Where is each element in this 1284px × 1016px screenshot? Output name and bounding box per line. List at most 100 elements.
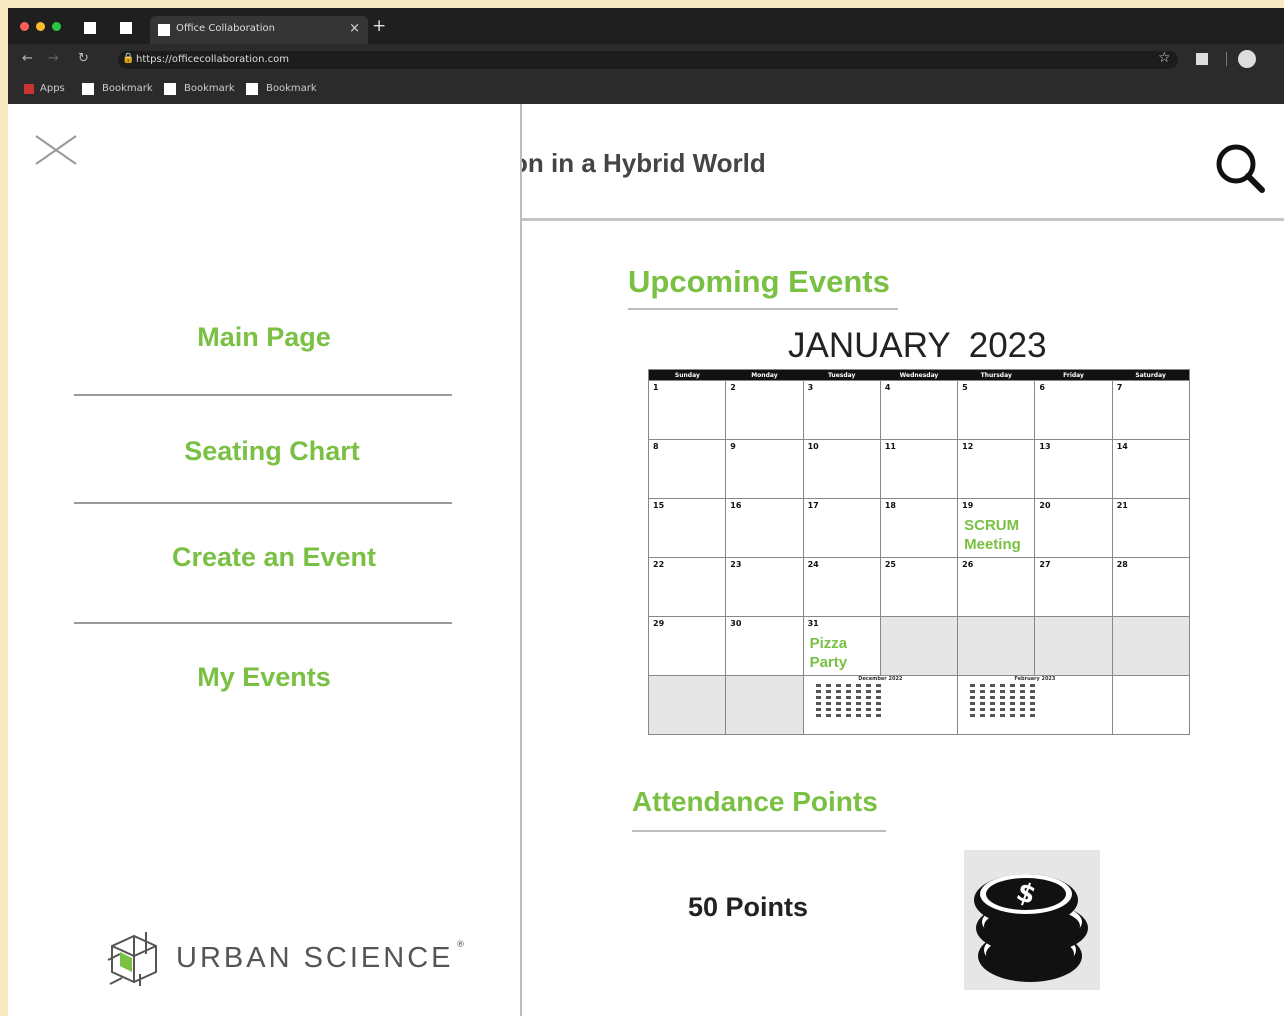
calendar-week: 29 30 31 Pizza Party: [647, 616, 1191, 676]
calendar-day[interactable]: 29: [647, 616, 727, 676]
window-maximize-dot[interactable]: [52, 22, 61, 31]
tab-icon[interactable]: [120, 22, 132, 34]
mini-calendar-grid-icon: [970, 684, 1036, 717]
calendar-day[interactable]: 16: [725, 498, 804, 558]
calendar-day[interactable]: 30: [725, 616, 804, 676]
calendar-day[interactable]: [879, 616, 959, 676]
url-field[interactable]: 🔒 https://officecollaboration.com: [118, 51, 1178, 69]
search-icon[interactable]: [1212, 140, 1268, 196]
calendar-day[interactable]: 8: [647, 439, 727, 499]
day-number: 2: [730, 383, 736, 392]
weekday-header: Sunday: [648, 369, 726, 381]
reload-icon[interactable]: ↻: [78, 51, 89, 66]
calendar-year: 2023: [968, 326, 1047, 365]
calendar-day[interactable]: 26: [957, 557, 1036, 617]
page-header: on in a Hybrid World: [522, 104, 1284, 221]
toolbar-divider: [1226, 52, 1227, 66]
window-minimize-dot[interactable]: [36, 22, 45, 31]
day-number: 12: [962, 442, 974, 451]
bookmark-link[interactable]: Bookmark: [266, 83, 317, 94]
profile-avatar[interactable]: [1238, 50, 1256, 68]
calendar-day[interactable]: 24: [802, 557, 881, 617]
calendar-day[interactable]: 5: [957, 380, 1036, 440]
calendar-day[interactable]: 27: [1034, 557, 1113, 617]
calendar-day[interactable]: 10: [802, 439, 881, 499]
weekday-header: Saturday: [1112, 369, 1190, 381]
bookmark-link[interactable]: Bookmark: [102, 83, 153, 94]
mini-calendar: December 2022: [802, 675, 959, 735]
calendar-day[interactable]: 12: [957, 439, 1036, 499]
calendar-week: 8 9 10 11 12 13 14: [647, 439, 1191, 499]
back-icon[interactable]: ←: [22, 51, 33, 66]
tab-bar: Office Collaboration × +: [8, 8, 1284, 44]
browser-tab[interactable]: Office Collaboration ×: [150, 16, 368, 44]
day-number: 15: [653, 501, 665, 510]
day-number: 20: [1039, 501, 1051, 510]
bookmark-link[interactable]: Bookmark: [184, 83, 235, 94]
calendar-day[interactable]: 18: [879, 498, 959, 558]
calendar-day[interactable]: 22: [647, 557, 727, 617]
weekday-header: Friday: [1034, 369, 1113, 381]
calendar-day[interactable]: 2: [725, 380, 804, 440]
nav-my-events[interactable]: My Events: [74, 662, 454, 693]
calendar-day: [725, 675, 804, 735]
apps-grid-icon: [24, 84, 34, 94]
day-number: 30: [730, 619, 742, 628]
calendar-day[interactable]: 31 Pizza Party: [802, 616, 881, 676]
day-number: 11: [884, 442, 896, 451]
calendar-day[interactable]: 17: [802, 498, 881, 558]
calendar-day[interactable]: 14: [1111, 439, 1191, 499]
extension-icon[interactable]: [1196, 53, 1208, 65]
tab-icon[interactable]: [84, 22, 96, 34]
calendar-day[interactable]: 3: [802, 380, 881, 440]
calendar-day[interactable]: 21: [1111, 498, 1191, 558]
calendar-day[interactable]: 9: [725, 439, 804, 499]
calendar-week: 15 16 17 18 19 SCRUM Meeting 20 21: [647, 498, 1191, 558]
url-text: https://officecollaboration.com: [136, 54, 289, 65]
side-menu: Main Page Seating Chart Create an Event …: [8, 104, 522, 1016]
nav-divider: [74, 502, 452, 504]
calendar-day[interactable]: [1111, 616, 1191, 676]
nav-create-event[interactable]: Create an Event: [84, 542, 464, 573]
window-close-dot[interactable]: [20, 22, 29, 31]
calendar-day[interactable]: [1034, 616, 1113, 676]
tab-close-icon[interactable]: ×: [349, 21, 360, 36]
calendar-day[interactable]: 13: [1034, 439, 1113, 499]
calendar-day[interactable]: 1: [647, 380, 727, 440]
calendar-title: JANUARY 2023: [788, 326, 1047, 366]
calendar-day[interactable]: 11: [879, 439, 959, 499]
weekday-header: Thursday: [957, 369, 1035, 381]
calendar-day: [647, 675, 727, 735]
day-number: 28: [1116, 560, 1128, 569]
calendar-day: [1111, 675, 1191, 735]
day-number: 1: [653, 383, 659, 392]
day-number: 4: [884, 383, 891, 392]
bookmark-apps[interactable]: Apps: [40, 83, 65, 94]
calendar-day[interactable]: 20: [1034, 498, 1113, 558]
weekday-header: Tuesday: [803, 369, 881, 381]
calendar-day[interactable]: 4: [879, 380, 959, 440]
calendar-day[interactable]: 19 SCRUM Meeting: [957, 498, 1036, 558]
calendar-event[interactable]: Pizza Party: [810, 634, 876, 672]
calendar-day[interactable]: [957, 616, 1036, 676]
calendar-event[interactable]: SCRUM Meeting: [964, 516, 1030, 554]
mini-calendar-grid-icon: [815, 684, 881, 717]
forward-icon[interactable]: →: [48, 51, 59, 66]
calendar-day[interactable]: 6: [1034, 380, 1113, 440]
favicon-icon: [158, 24, 170, 36]
nav-main-page[interactable]: Main Page: [74, 322, 454, 353]
close-menu-icon[interactable]: [34, 134, 78, 178]
calendar-day[interactable]: 15: [647, 498, 727, 558]
new-tab-button[interactable]: +: [372, 16, 386, 36]
bookmark-icon: [164, 83, 176, 95]
calendar-day[interactable]: 7: [1111, 380, 1191, 440]
nav-seating-chart[interactable]: Seating Chart: [82, 436, 462, 467]
bookmark-star-icon[interactable]: ☆: [1158, 50, 1171, 66]
calendar-day[interactable]: 23: [725, 557, 804, 617]
calendar-day[interactable]: 25: [879, 557, 959, 617]
day-number: 14: [1116, 442, 1128, 451]
browser-window: Office Collaboration × + ← → ↻ 🔒 https:/…: [8, 8, 1284, 1016]
day-number: 18: [884, 501, 896, 510]
calendar-day[interactable]: 28: [1111, 557, 1191, 617]
main-panel: on in a Hybrid World Upcoming Events JAN…: [522, 104, 1284, 1016]
